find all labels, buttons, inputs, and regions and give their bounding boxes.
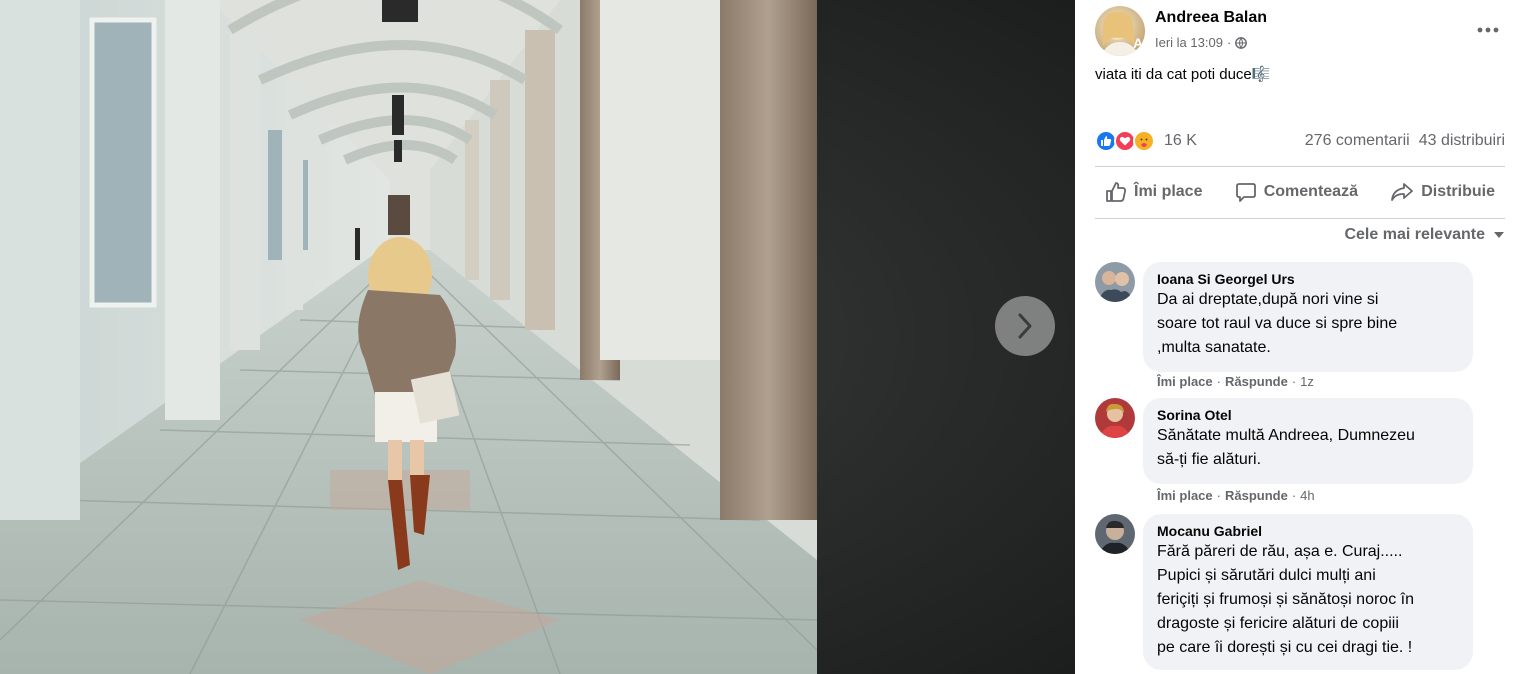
like-thumb-glyph: [1101, 136, 1112, 146]
next-photo-button[interactable]: [995, 296, 1055, 356]
reaction-count[interactable]: 16 K: [1164, 132, 1197, 150]
share-label: Distribuie: [1421, 183, 1495, 200]
caret-down-icon: [1494, 232, 1504, 238]
comment-like-link[interactable]: Îmi place: [1157, 488, 1213, 503]
heart-glyph: [1119, 136, 1131, 146]
comment-item: Mocanu Gabriel Fără păreri de rău, așa e…: [1095, 514, 1474, 674]
thumbs-up-icon: [1106, 182, 1126, 202]
share-count[interactable]: 43 distribuiri: [1419, 132, 1505, 150]
comment-item: Ioana Si Georgel Urs Da ai dreptate,după…: [1095, 262, 1474, 392]
comment-bubble: Mocanu Gabriel Fără păreri de rău, așa e…: [1143, 514, 1473, 670]
chevron-right-icon: [1018, 313, 1032, 339]
share-arrow-icon: [1391, 183, 1414, 201]
comment-bubble: Ioana Si Georgel Urs Da ai dreptate,după…: [1143, 262, 1473, 372]
divider-top: [1095, 166, 1505, 167]
share-button[interactable]: Distribuie: [1380, 175, 1505, 209]
commenter-name[interactable]: Sorina Otel: [1157, 406, 1459, 424]
comment-bubble-icon: [1235, 183, 1256, 202]
action-sep: ·: [1216, 374, 1221, 389]
comment-bubble: Sorina Otel Sănătate multă Andreea, Dumn…: [1143, 398, 1473, 484]
commenter-avatar[interactable]: [1095, 514, 1135, 554]
music-emoji: 🎼: [1251, 66, 1271, 83]
post-timestamp[interactable]: Ieri la 13:09: [1155, 35, 1223, 50]
post-header: A Andreea Balan Ieri la 13:09 ·: [1095, 6, 1506, 56]
commenter-name[interactable]: Mocanu Gabriel: [1157, 522, 1459, 540]
comment-item: Sorina Otel Sănătate multă Andreea, Dumn…: [1095, 398, 1474, 508]
commenter-name[interactable]: Ioana Si Georgel Urs: [1157, 270, 1459, 288]
comment-text-line: pe care îi dorești și cu cei dragi tie. …: [1157, 639, 1413, 656]
comment-text-line: să-ți fie alături.: [1157, 451, 1262, 468]
comment-reply-link[interactable]: Răspunde: [1225, 488, 1288, 503]
comment-time[interactable]: 1z: [1300, 374, 1314, 389]
comment-text-line: Pupici și sărutări dulci mulți ani: [1157, 567, 1376, 584]
like-label: Îmi place: [1134, 183, 1203, 200]
commenter-avatar-image: [1095, 398, 1135, 438]
action-sep: ·: [1291, 488, 1297, 503]
comment-time[interactable]: 4h: [1300, 488, 1314, 503]
more-options-button[interactable]: [1470, 12, 1506, 48]
comment-text-line: Da ai dreptate,după nori vine si: [1157, 291, 1379, 308]
comment-reply-link[interactable]: Răspunde: [1225, 374, 1288, 389]
commenter-avatar[interactable]: [1095, 398, 1135, 438]
comment-text-line: Fără păreri de rău, așa e. Curaj.....: [1157, 543, 1403, 560]
care-face-glyph: [1137, 134, 1151, 148]
meta-separator: ·: [1226, 35, 1232, 50]
globe-icon[interactable]: [1235, 36, 1248, 49]
comment-sort-dropdown[interactable]: Cele mai relevante: [1344, 226, 1505, 244]
commenter-avatar-image: [1095, 262, 1135, 302]
commenter-avatar[interactable]: [1095, 262, 1135, 302]
author-name[interactable]: Andreea Balan: [1155, 9, 1267, 27]
post-photo[interactable]: [0, 0, 817, 674]
post-actions: Îmi place Comentează Distribuie: [1095, 168, 1505, 216]
comment-text-line: soare tot raul va duce si spre bine: [1157, 315, 1398, 332]
comment-text-line: Sănătate multă Andreea, Dumnezeu: [1157, 427, 1415, 444]
comment-like-link[interactable]: Îmi place: [1157, 374, 1213, 389]
post-text: viata iti da cat poti duce🎼: [1095, 65, 1270, 83]
comment-text-line: dragoste și fericire alături de copiii: [1157, 615, 1399, 632]
comment-actions: Îmi place · Răspunde · 4h: [1157, 488, 1315, 503]
comment-button[interactable]: Comentează: [1225, 175, 1368, 209]
post-panel: A Andreea Balan Ieri la 13:09 · viata it…: [1075, 0, 1522, 674]
sort-label: Cele mai relevante: [1344, 226, 1485, 243]
ellipsis-icon: [1477, 27, 1499, 33]
photo-viewer: [0, 0, 1075, 674]
reactions-summary[interactable]: 16 K: [1095, 130, 1197, 152]
comment-text-line: ,multa sanatate.: [1157, 339, 1271, 356]
arcade-photo-illustration: [0, 0, 817, 674]
post-caption: viata iti da cat poti duce: [1095, 66, 1252, 83]
care-icon: [1133, 130, 1155, 152]
svg-text:A: A: [1133, 35, 1143, 51]
author-avatar[interactable]: A: [1095, 6, 1145, 56]
like-button[interactable]: Îmi place: [1095, 175, 1212, 209]
action-sep: ·: [1216, 488, 1221, 503]
comment-label: Comentează: [1263, 183, 1358, 200]
action-sep: ·: [1291, 374, 1297, 389]
divider-bottom: [1095, 218, 1505, 219]
comment-actions: Îmi place · Răspunde · 1z: [1157, 374, 1314, 389]
post-meta: Ieri la 13:09 ·: [1155, 35, 1248, 50]
comment-count[interactable]: 276 comentarii: [1305, 132, 1410, 150]
author-avatar-image: A: [1101, 11, 1143, 56]
post-stats: 16 K 276 comentarii 43 distribuiri: [1095, 125, 1505, 157]
commenter-avatar-image: [1095, 514, 1135, 554]
comment-text-line: feriçiți și frumoși și sănătoși noroc în: [1157, 591, 1414, 608]
stats-right: 276 comentarii 43 distribuiri: [1305, 132, 1505, 150]
